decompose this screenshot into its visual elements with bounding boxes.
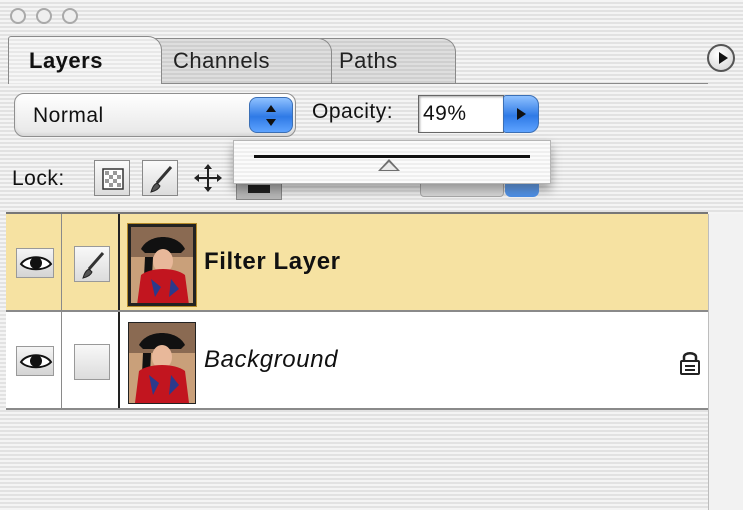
opacity-slider-track[interactable] (254, 155, 530, 158)
empty-link-box[interactable] (74, 344, 110, 380)
up-down-arrows-icon[interactable] (249, 97, 293, 133)
lock-icon (678, 350, 702, 381)
blend-mode-value: Normal (33, 104, 104, 127)
layer-thumbnail[interactable] (128, 322, 196, 404)
opacity-slider-thumb[interactable] (378, 159, 401, 171)
visibility-cell (6, 214, 62, 310)
visibility-cell (6, 312, 62, 408)
layers-list: Filter Layer Background (6, 214, 708, 510)
lock-image-brush-icon[interactable] (142, 160, 178, 196)
panel-tab-bar: Paths Channels Layers (8, 36, 730, 84)
layer-name[interactable]: Background (204, 346, 338, 374)
window-minimize-icon[interactable] (36, 8, 52, 24)
opacity-slider-popup[interactable] (233, 140, 551, 184)
tab-layers[interactable]: Layers (8, 36, 162, 84)
layer-row-filter-layer[interactable]: Filter Layer (6, 214, 708, 312)
eye-icon[interactable] (16, 346, 54, 376)
link-cell (62, 312, 120, 408)
link-cell (62, 214, 120, 310)
lock-label: Lock: (12, 167, 65, 190)
lock-position-move-icon[interactable] (190, 160, 226, 196)
opacity-label: Opacity: (312, 100, 394, 123)
tab-label: Paths (339, 48, 398, 73)
tab-paths[interactable]: Paths (318, 38, 456, 84)
layer-row-background[interactable]: Background (6, 312, 708, 410)
opacity-input[interactable]: 49% (418, 95, 504, 133)
tab-label: Channels (173, 48, 270, 73)
window-zoom-icon[interactable] (62, 8, 78, 24)
panel-menu-arrow-icon[interactable] (707, 44, 735, 72)
layer-name[interactable]: Filter Layer (204, 248, 341, 276)
eye-icon[interactable] (16, 248, 54, 278)
lock-transparency-icon[interactable] (94, 160, 130, 196)
blend-mode-select[interactable]: Normal (14, 93, 296, 137)
tab-channels[interactable]: Channels (152, 38, 332, 84)
layer-thumbnail[interactable] (127, 223, 197, 307)
window-close-icon[interactable] (10, 8, 26, 24)
brush-icon[interactable] (74, 246, 110, 282)
layers-scrollbar[interactable] (708, 214, 743, 510)
tab-label: Layers (29, 48, 103, 73)
right-arrow-icon[interactable] (503, 95, 539, 133)
